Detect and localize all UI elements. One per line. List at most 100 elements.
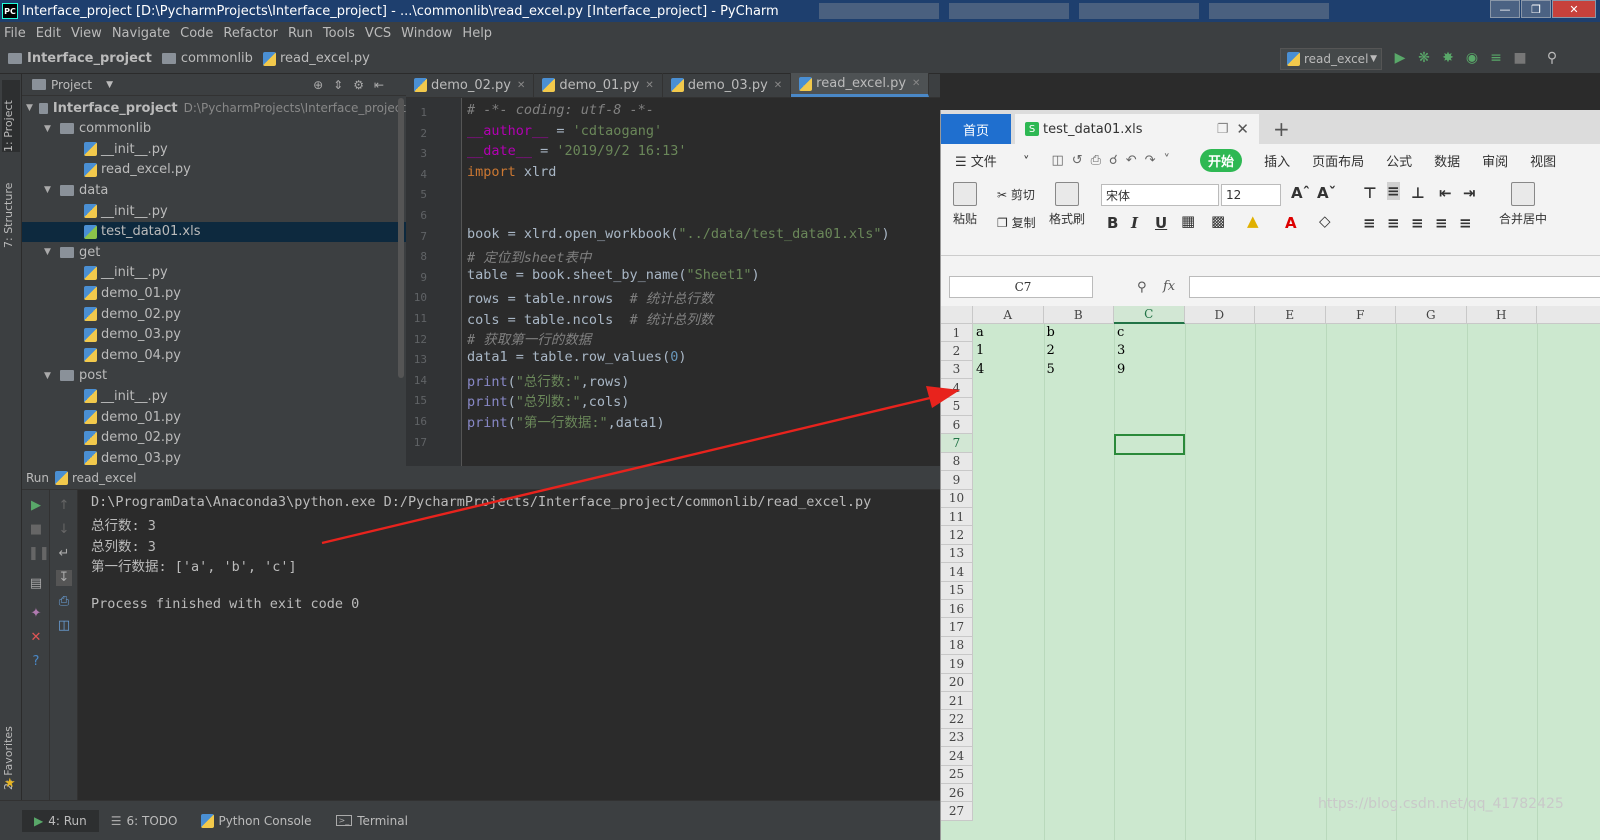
tree-file[interactable]: demo_01.py: [22, 407, 406, 427]
menu-edit[interactable]: Edit: [36, 26, 61, 41]
close-button[interactable]: ✕: [1552, 0, 1596, 18]
wps-menu-review[interactable]: 审阅: [1482, 151, 1508, 170]
row-header[interactable]: 27: [941, 802, 973, 821]
close-icon[interactable]: ✕: [1236, 120, 1249, 138]
cut-button[interactable]: ✂ 剪切: [997, 186, 1035, 203]
breadcrumb-project[interactable]: Interface_project: [8, 51, 152, 66]
menu-code[interactable]: Code: [180, 26, 213, 41]
cell[interactable]: 4: [976, 362, 984, 377]
wps-menu-start[interactable]: 开始: [1200, 148, 1243, 172]
row-header[interactable]: 18: [941, 636, 973, 656]
row-header[interactable]: 12: [941, 526, 973, 545]
run-icon[interactable]: ▶: [1392, 50, 1408, 66]
maximize-button[interactable]: ❐: [1521, 0, 1551, 18]
tab-structure[interactable]: 7: Structure: [2, 168, 15, 248]
row-header[interactable]: 11: [941, 508, 973, 527]
debug-icon[interactable]: ❋: [1416, 50, 1432, 66]
tree-folder[interactable]: ▼ post: [22, 366, 406, 386]
cell[interactable]: b: [1047, 325, 1055, 340]
column-header-a[interactable]: A: [973, 306, 1044, 324]
select-all-corner[interactable]: [941, 306, 973, 324]
italic-icon[interactable]: I: [1131, 214, 1138, 232]
tree-file[interactable]: __init__.py: [22, 139, 406, 159]
tab-python-console[interactable]: Python Console: [189, 810, 323, 832]
wps-menu-view[interactable]: 视图: [1530, 151, 1556, 170]
copy-button[interactable]: ❐ 复制: [997, 214, 1036, 231]
expand-arrow-icon[interactable]: ▼: [44, 371, 54, 381]
breadcrumb-commonlib[interactable]: commonlib: [161, 51, 253, 66]
row-header[interactable]: 15: [941, 581, 973, 600]
window-restore-icon[interactable]: ❐: [1217, 122, 1229, 137]
menu-run[interactable]: Run: [288, 26, 313, 41]
cell-reference-box[interactable]: C7: [949, 276, 1093, 298]
tab-project[interactable]: 1: Project: [2, 80, 20, 152]
row-header[interactable]: 2: [941, 342, 973, 361]
wps-menu-formula[interactable]: 公式: [1386, 151, 1412, 170]
font-name-select[interactable]: 宋体: [1101, 184, 1219, 206]
menu-view[interactable]: View: [71, 26, 102, 41]
tree-file[interactable]: test_data01.xls: [22, 221, 406, 242]
profile-icon[interactable]: ◉: [1464, 50, 1480, 66]
minimize-button[interactable]: —: [1490, 0, 1520, 18]
pin-tab-icon[interactable]: ✦: [28, 606, 44, 622]
align-right-icon[interactable]: ≡: [1411, 214, 1424, 232]
trash-icon[interactable]: ◫: [56, 618, 72, 634]
row-header[interactable]: 6: [941, 416, 973, 435]
run-configuration-select[interactable]: read_excel ▼: [1280, 48, 1382, 70]
formula-input[interactable]: [1189, 276, 1600, 298]
zoom-icon[interactable]: ⚲: [1137, 280, 1147, 295]
tab-read-excel[interactable]: read_excel.py ✕: [791, 73, 930, 97]
cell[interactable]: 9: [1117, 362, 1125, 377]
arrow-up-icon[interactable]: ↑: [56, 498, 72, 514]
cell[interactable]: 5: [1047, 362, 1055, 377]
align-left-icon[interactable]: ≡: [1363, 214, 1376, 232]
tree-root[interactable]: ▼ Interface_project D:\PycharmProjects\I…: [22, 98, 406, 118]
tab-demo-03[interactable]: demo_03.py ✕: [663, 73, 792, 97]
column-header-d[interactable]: D: [1184, 306, 1255, 324]
align-middle-icon[interactable]: ≡: [1387, 182, 1400, 200]
bold-icon[interactable]: B: [1107, 214, 1118, 232]
tree-file[interactable]: __init__.py: [22, 386, 406, 406]
row-header[interactable]: 10: [941, 489, 973, 508]
row-header[interactable]: 26: [941, 784, 973, 803]
menu-window[interactable]: Window: [401, 26, 452, 41]
column-header-h[interactable]: H: [1466, 306, 1537, 324]
cell[interactable]: 1: [976, 343, 984, 358]
row-header[interactable]: 8: [941, 452, 973, 472]
tree-file[interactable]: demo_04.py: [22, 345, 406, 365]
tree-file[interactable]: __init__.py: [22, 201, 406, 221]
stop-icon[interactable]: ■: [1512, 50, 1528, 66]
tree-folder[interactable]: ▼ commonlib: [22, 119, 406, 139]
row-header[interactable]: 23: [941, 728, 973, 748]
close-icon[interactable]: ✕: [517, 80, 525, 91]
tree-file[interactable]: demo_03.py: [22, 325, 406, 345]
wps-menu-data[interactable]: 数据: [1434, 151, 1460, 170]
row-header[interactable]: 14: [941, 563, 973, 582]
tree-folder[interactable]: ▼ data: [22, 180, 406, 200]
wps-menu-page-layout[interactable]: 页面布局: [1312, 151, 1364, 170]
column-header-f[interactable]: F: [1325, 306, 1396, 324]
increase-font-icon[interactable]: Aˆ: [1291, 184, 1310, 202]
indent-increase-icon[interactable]: ⇥: [1463, 184, 1476, 202]
tree-file[interactable]: __init__.py: [22, 263, 406, 283]
close-icon[interactable]: ✕: [774, 80, 782, 91]
close-icon[interactable]: ✕: [912, 78, 920, 89]
border-icon[interactable]: ▦: [1181, 212, 1195, 230]
expand-arrow-icon[interactable]: ▼: [44, 247, 54, 257]
pause-icon[interactable]: ❚❚: [28, 546, 50, 562]
wps-file-tab[interactable]: S test_data01.xls ❐ ✕: [1015, 114, 1259, 144]
cell[interactable]: 2: [1047, 343, 1055, 358]
scroll-to-end-icon[interactable]: ↧: [56, 570, 72, 586]
spreadsheet-grid[interactable]: A B C D E F G H 1 2 3 4 5 6 7 8 9 10 11 12 13 14 15 16 17 18 19 20 2…: [941, 306, 1600, 840]
tree-folder[interactable]: ▼ get: [22, 242, 406, 262]
function-icon[interactable]: fx: [1163, 279, 1175, 294]
breadcrumb-file[interactable]: read_excel.py: [262, 51, 370, 66]
close-icon[interactable]: ✕: [645, 80, 653, 91]
underline-icon[interactable]: U: [1155, 214, 1167, 232]
tree-file[interactable]: demo_01.py: [22, 283, 406, 303]
help-icon[interactable]: ?: [28, 654, 44, 670]
cell[interactable]: a: [976, 325, 984, 340]
column-header-g[interactable]: G: [1396, 306, 1467, 324]
stop-icon[interactable]: ■: [28, 522, 44, 538]
row-header[interactable]: 16: [941, 600, 973, 619]
